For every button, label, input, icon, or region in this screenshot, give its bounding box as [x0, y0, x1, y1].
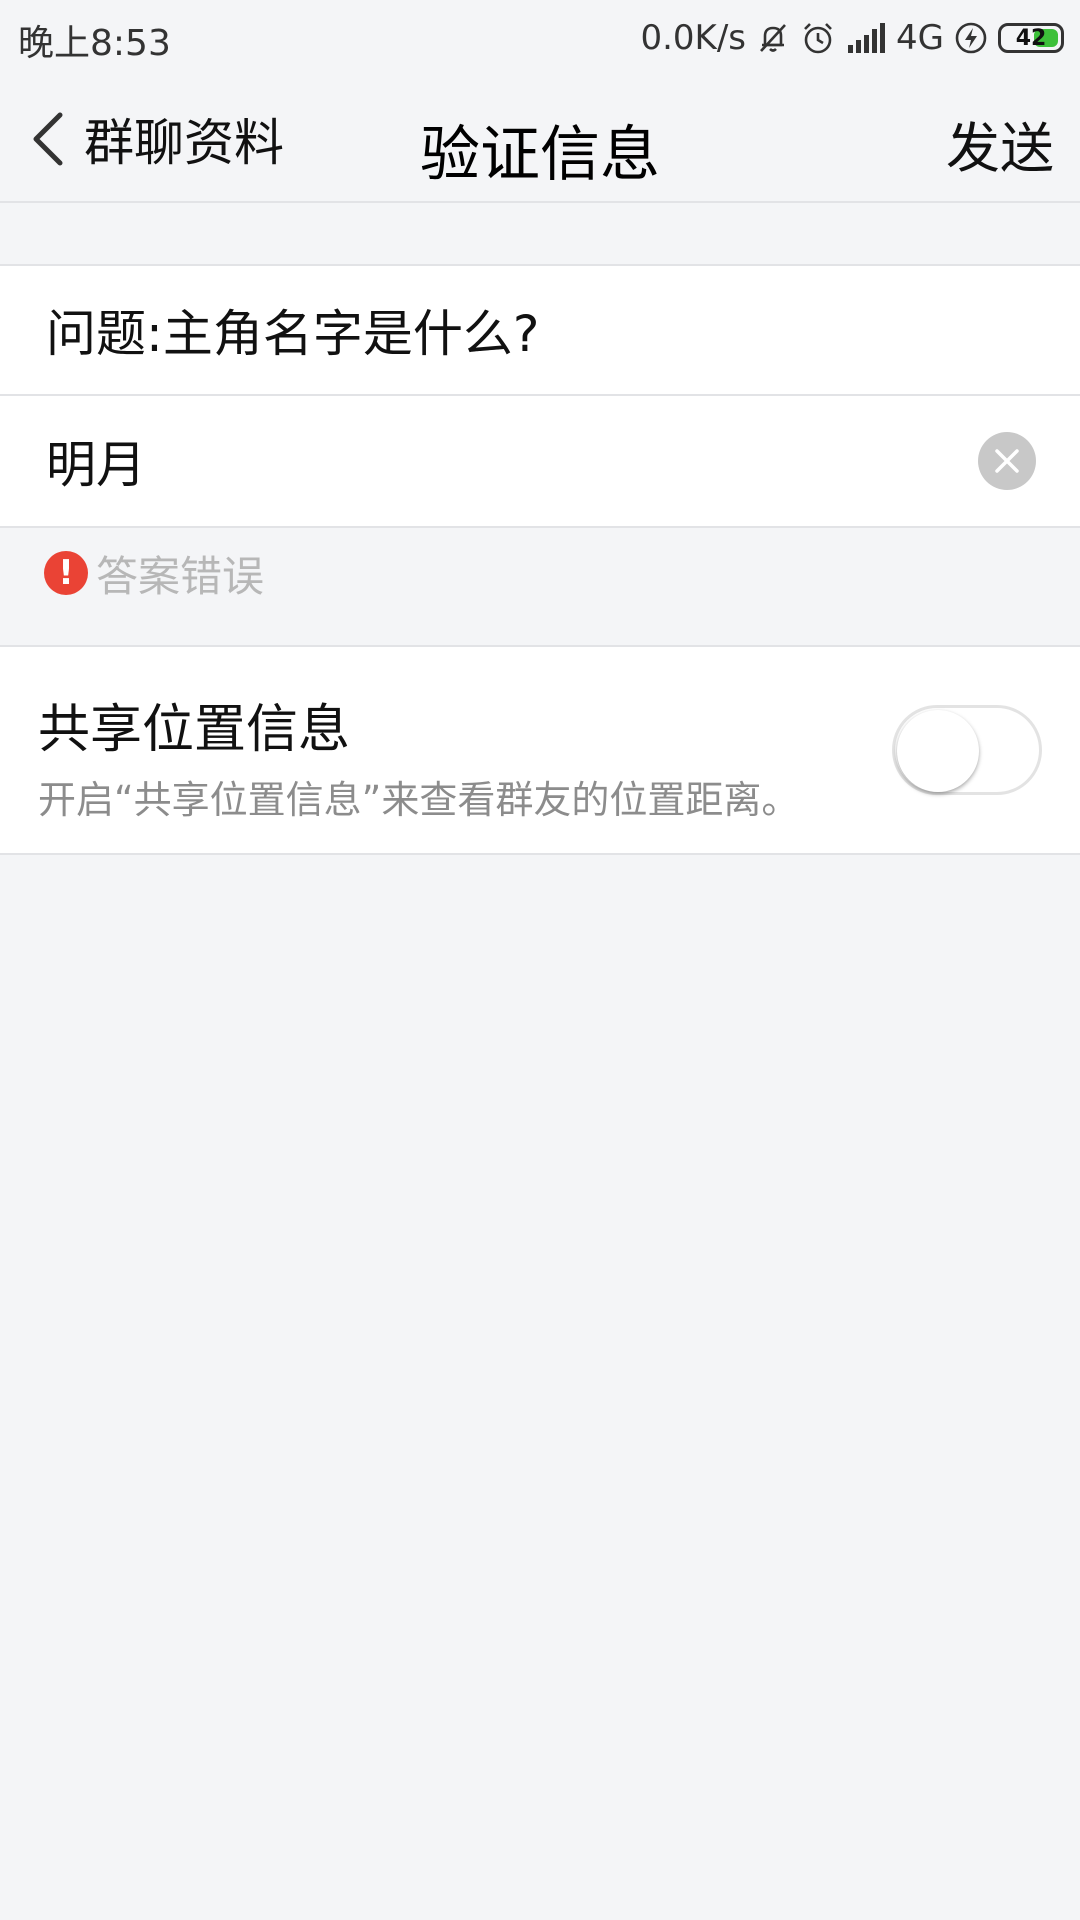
- network-type: 4G: [896, 18, 944, 58]
- share-location-card: 共享位置信息 开启“共享位置信息”来查看群友的位置距离。: [0, 645, 1080, 855]
- share-location-description: 开启“共享位置信息”来查看群友的位置距离。: [38, 778, 800, 822]
- battery-icon: 42: [998, 23, 1064, 53]
- mute-icon: [756, 21, 790, 55]
- answer-input-value[interactable]: 明月: [46, 425, 146, 497]
- send-button[interactable]: 发送: [946, 104, 1054, 183]
- close-icon: [995, 449, 1019, 473]
- error-icon: !: [44, 551, 88, 595]
- clear-input-button[interactable]: [978, 432, 1036, 490]
- share-location-title: 共享位置信息: [38, 700, 351, 760]
- charging-icon: [954, 21, 988, 55]
- toggle-knob: [897, 710, 979, 792]
- verification-card: 问题:主角名字是什么? 明月: [0, 264, 1080, 528]
- status-time: 晚上8:53: [18, 23, 171, 64]
- error-message: ! 答案错误: [44, 545, 264, 601]
- page-title: 验证信息: [420, 120, 660, 190]
- share-location-toggle[interactable]: [892, 705, 1042, 795]
- alarm-icon: [800, 20, 836, 56]
- navigation-bar: 群聊资料 验证信息 发送: [0, 76, 1080, 203]
- signal-icon: [846, 23, 886, 53]
- status-right: 0.0K/s 4G 42: [640, 14, 1064, 62]
- question-label: 问题:主角名字是什么?: [0, 266, 1080, 396]
- status-bar: 晚上8:53 0.0K/s 4G 42: [0, 0, 1080, 76]
- battery-level: 42: [1015, 25, 1047, 51]
- answer-field[interactable]: 明月: [0, 396, 1080, 526]
- network-speed: 0.0K/s: [640, 18, 747, 58]
- error-text: 答案错误: [96, 551, 265, 601]
